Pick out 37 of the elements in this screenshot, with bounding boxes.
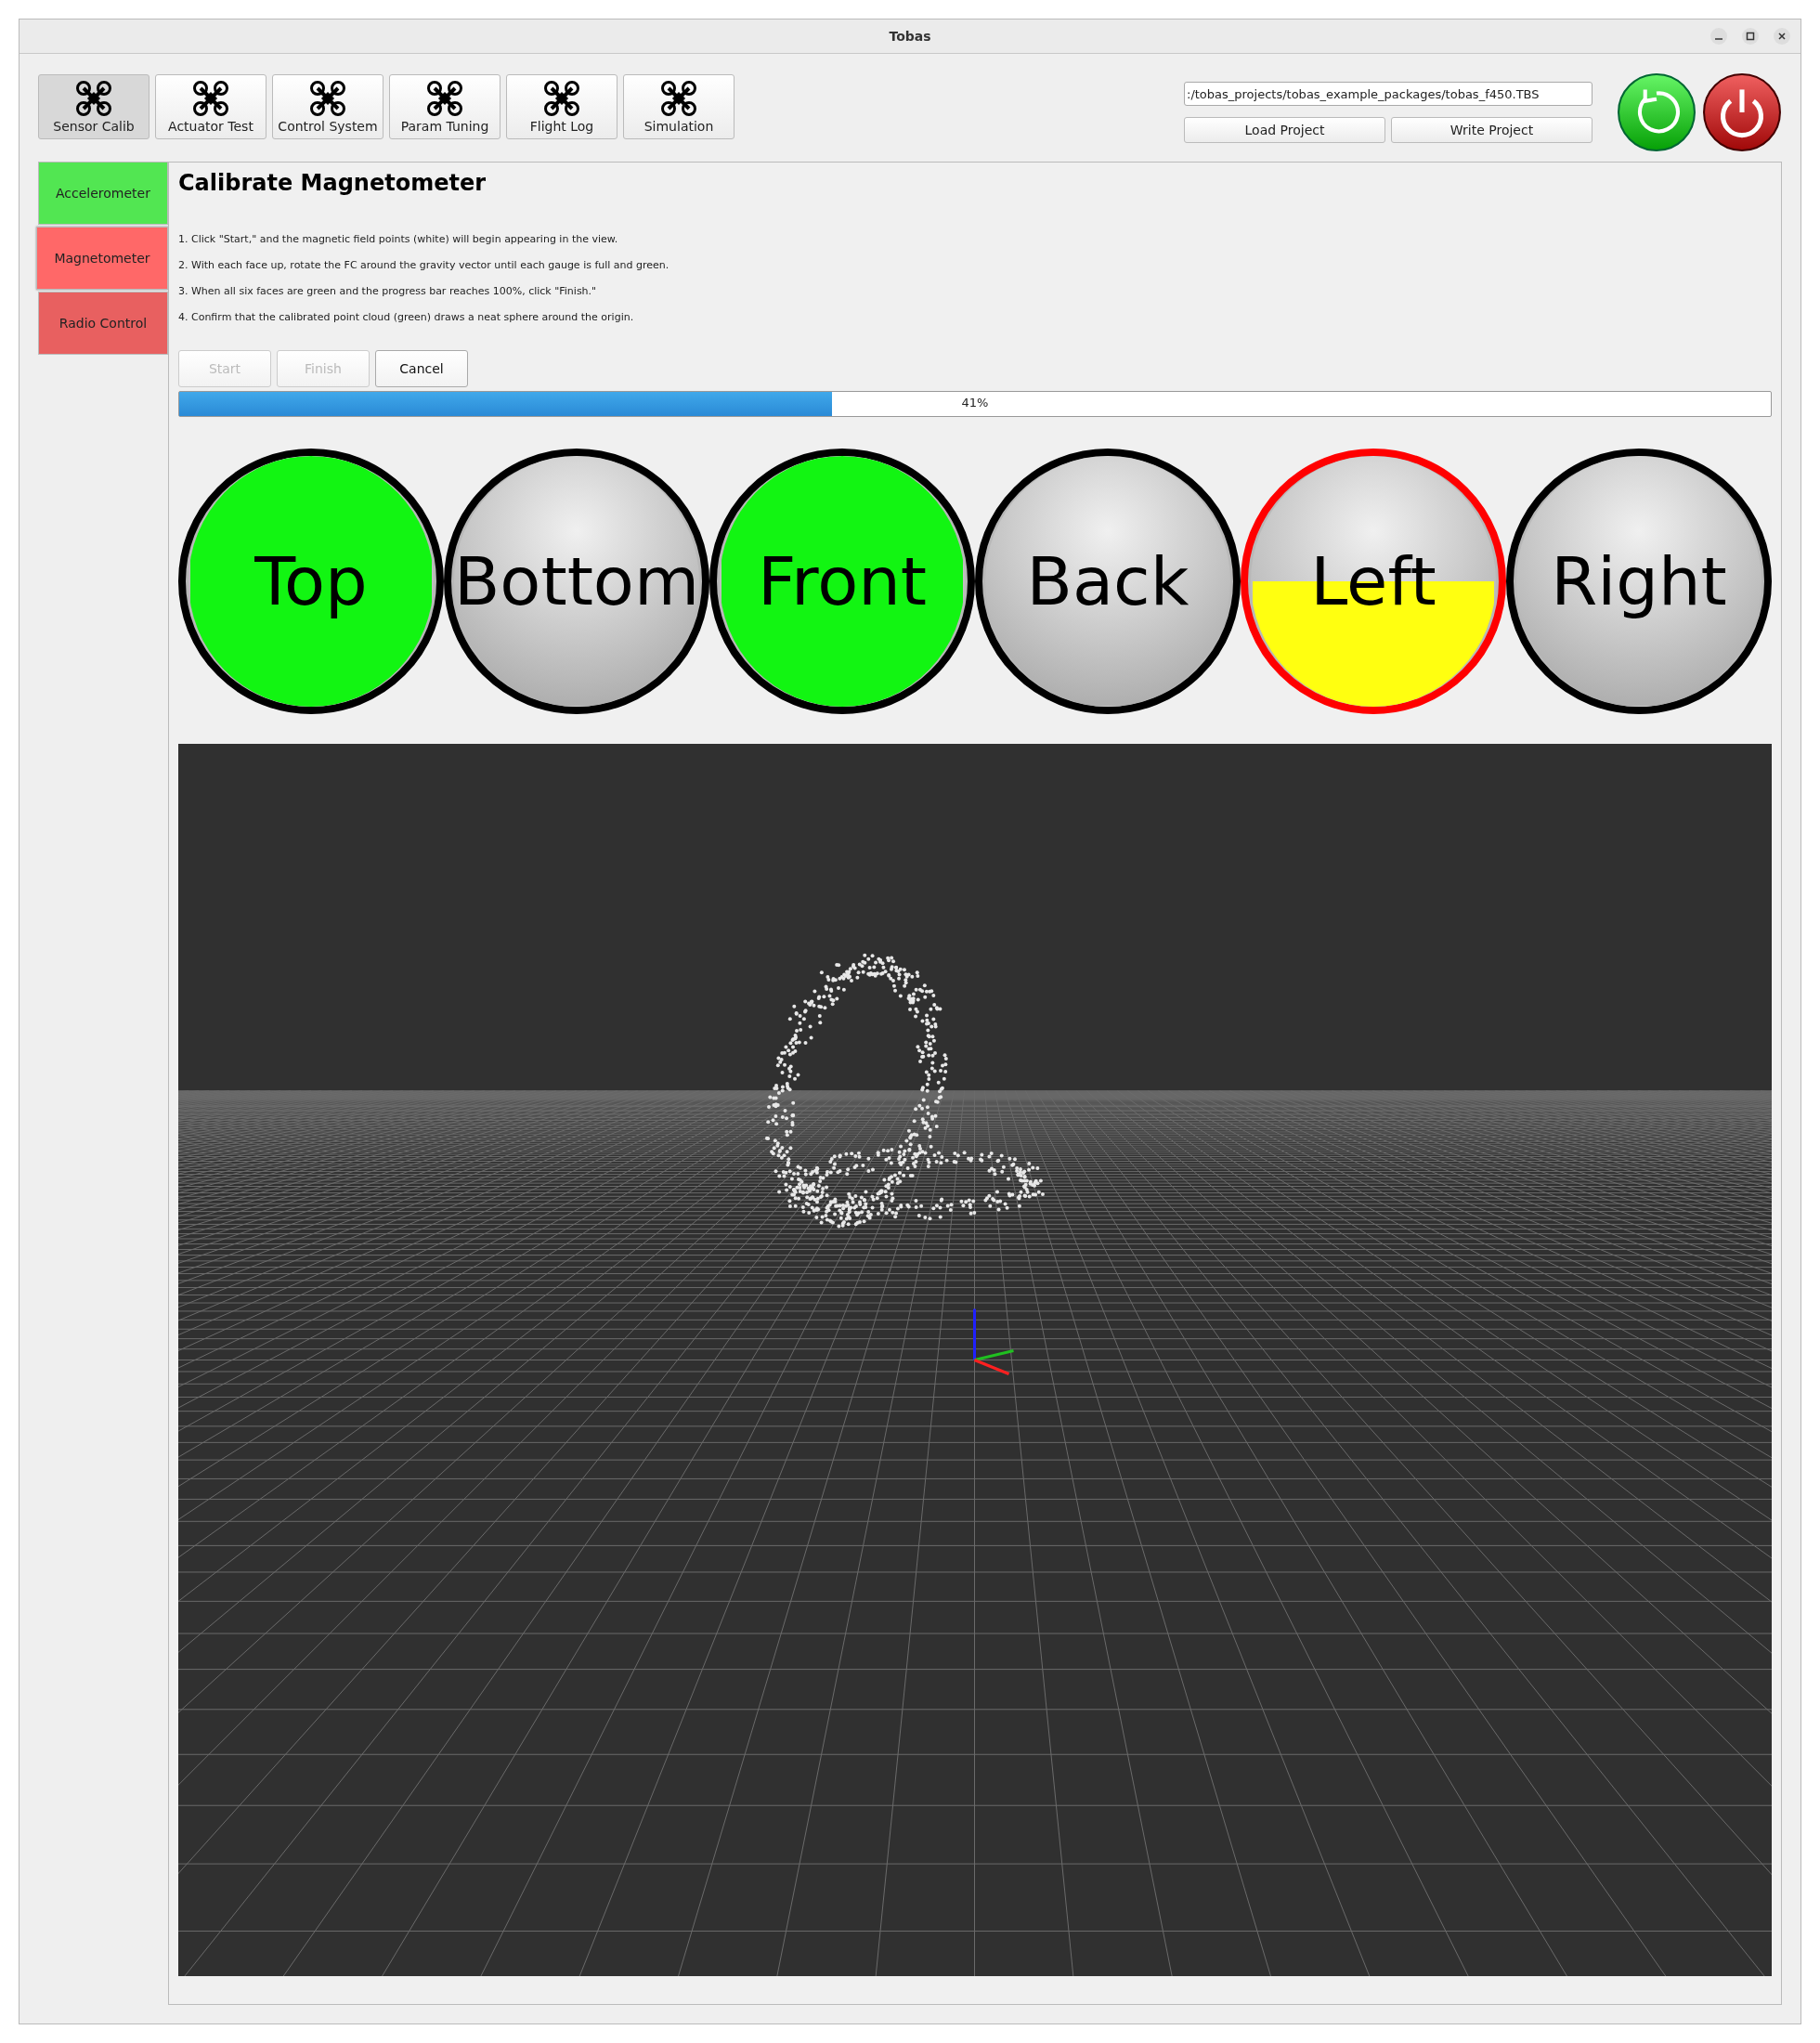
project-path-field[interactable]: :/tobas_projects/tobas_example_packages/tobas_f450.TBS xyxy=(1184,82,1592,106)
sidebar-item[interactable]: Accelerometer xyxy=(38,162,168,225)
drone-icon xyxy=(426,80,463,117)
toolbar-tab[interactable]: Sensor Calib xyxy=(38,74,150,139)
close-icon[interactable] xyxy=(1773,27,1791,46)
drone-icon xyxy=(309,80,346,117)
face-gauge: Front xyxy=(709,449,975,714)
drone-icon xyxy=(192,80,229,117)
drone-icon xyxy=(660,80,697,117)
progress-text: 41% xyxy=(960,396,990,410)
panel-title: Calibrate Magnetometer xyxy=(178,170,488,198)
drone-icon xyxy=(543,80,580,117)
project-button[interactable]: Load Project xyxy=(1184,117,1385,143)
instruction-step: 3. When all six faces are green and the progress bar reaches 100%, click "Finish." xyxy=(178,285,1772,300)
sidebar-item[interactable]: Magnetometer xyxy=(36,227,168,290)
calibration-button[interactable]: Cancel xyxy=(375,350,468,387)
restart-button[interactable] xyxy=(1617,72,1696,152)
face-gauge: Bottom xyxy=(444,449,709,714)
toolbar-tab[interactable]: Actuator Test xyxy=(155,74,266,139)
maximize-icon[interactable] xyxy=(1741,27,1760,46)
instruction-step: 1. Click "Start," and the magnetic field points (white) will begin appearing in the view. xyxy=(178,233,1772,248)
instruction-step: 4. Confirm that the calibrated point cloud (green) draws a neat sphere around the origin. xyxy=(178,311,1772,326)
face-gauge: Top xyxy=(178,449,444,714)
minimize-icon[interactable] xyxy=(1710,27,1728,46)
toolbar-tab[interactable]: Param Tuning xyxy=(389,74,500,139)
drone-icon xyxy=(75,80,112,117)
axis-triad-icon xyxy=(973,1308,1014,1375)
power-button[interactable] xyxy=(1702,72,1782,152)
window-title: Tobas xyxy=(889,29,931,44)
sidebar-item[interactable]: Radio Control xyxy=(38,292,168,355)
instruction-step: 2. With each face up, rotate the FC around the gravity vector until each gauge is full and green. xyxy=(178,259,1772,274)
face-gauge: Right xyxy=(1506,449,1772,714)
toolbar-tab[interactable]: Simulation xyxy=(623,74,734,139)
toolbar-tab[interactable]: Flight Log xyxy=(506,74,618,139)
toolbar-tab[interactable]: Control System xyxy=(272,74,384,139)
project-button[interactable]: Write Project xyxy=(1391,117,1592,143)
face-gauge: Back xyxy=(975,449,1241,714)
